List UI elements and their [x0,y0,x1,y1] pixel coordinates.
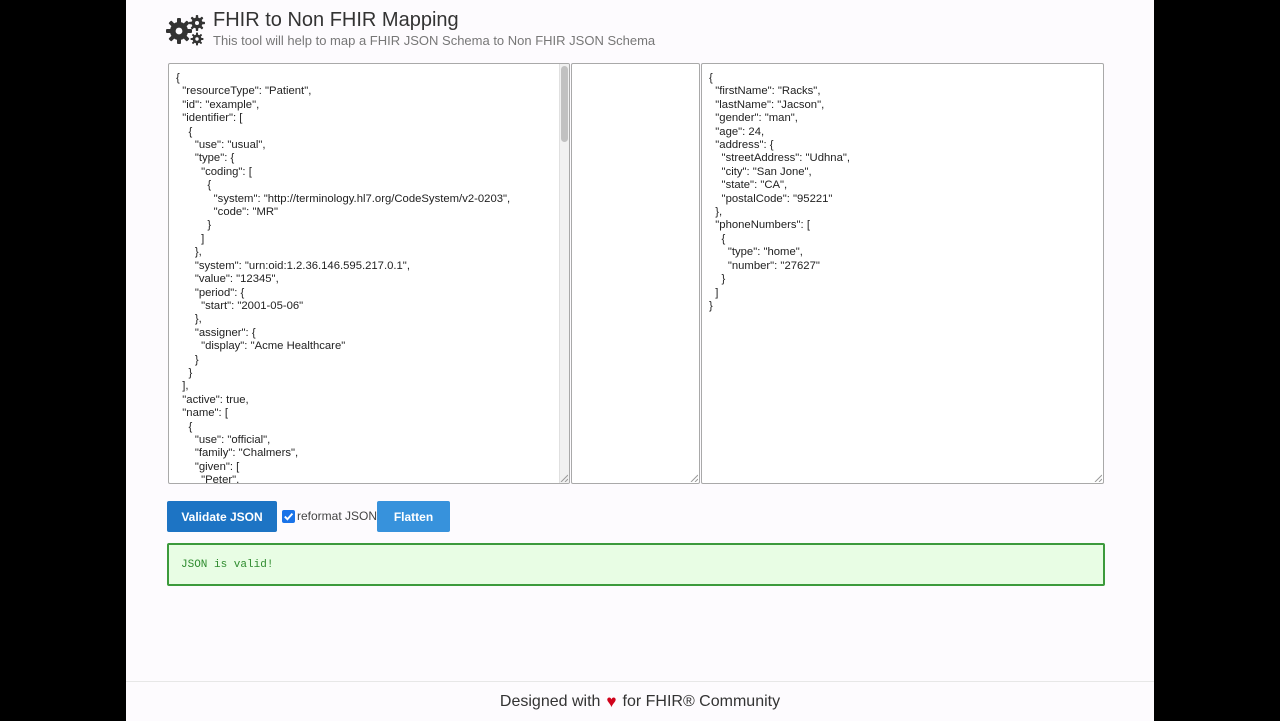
fhir-json-editor[interactable]: { "resourceType": "Patient", "id": "exam… [168,63,570,484]
resize-grip-icon[interactable] [690,474,698,482]
flatten-button[interactable]: Flatten [377,501,450,532]
mapping-editor[interactable] [571,63,700,484]
footer-suffix: for FHIR® Community [622,692,781,710]
page-title: FHIR to Non FHIR Mapping [213,9,459,31]
checkbox-checked-icon[interactable] [282,509,295,523]
footer-prefix: Designed with [499,692,601,710]
fhir-editor-scrollbar[interactable] [559,64,569,483]
reformat-json-checkbox[interactable]: reformat JSON [282,506,377,526]
mapping-text[interactable] [572,64,699,80]
validation-status-box: JSON is valid! [167,543,1105,586]
reformat-json-label[interactable]: reformat JSON [297,509,377,523]
non-fhir-json-editor[interactable]: { "firstName": "Racks", "lastName": "Jac… [701,63,1104,484]
resize-grip-icon[interactable] [1094,474,1102,482]
page: FHIR to Non FHIR Mapping This tool will … [126,0,1154,721]
page-footer: Designed with ♥ for FHIR® Community [126,681,1154,721]
validate-json-button[interactable]: Validate JSON [167,501,277,532]
gears-icon [166,15,205,46]
page-subtitle: This tool will help to map a FHIR JSON S… [213,33,656,48]
fhir-json-text[interactable]: { "resourceType": "Patient", "id": "exam… [169,64,569,483]
resize-grip-icon[interactable] [560,474,568,482]
non-fhir-json-text[interactable]: { "firstName": "Racks", "lastName": "Jac… [702,64,1103,321]
scrollbar-thumb[interactable] [561,66,568,142]
validation-status-message: JSON is valid! [181,558,274,571]
heart-icon: ♥ [606,691,617,711]
